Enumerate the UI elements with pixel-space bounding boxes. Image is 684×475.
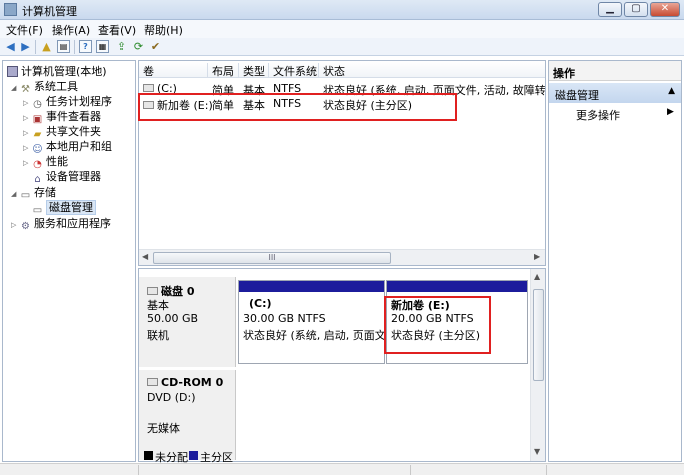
disk0-type: 基本: [147, 299, 169, 312]
legend-unallocated-swatch: [144, 451, 153, 460]
tree-services[interactable]: ▷ ⚙ 服务和应用程序: [11, 217, 111, 232]
actions-section-disk-management[interactable]: 磁盘管理 ▲: [549, 83, 681, 103]
collapse-up-icon[interactable]: ▲: [668, 86, 675, 96]
horizontal-scroll-thumb[interactable]: III: [153, 252, 391, 264]
menu-bar: 文件(F) 操作(A) 查看(V) 帮助(H): [0, 20, 684, 38]
forward-arrow-icon[interactable]: ▶: [19, 40, 32, 53]
computer-icon: [7, 66, 18, 77]
submenu-arrow-icon[interactable]: ▶: [667, 107, 674, 117]
menu-help[interactable]: 帮助(H): [144, 22, 183, 38]
tree-disk-management[interactable]: ▭ 磁盘管理: [32, 200, 96, 216]
vertical-scroll-thumb[interactable]: [533, 289, 544, 381]
cdrom0-drive: DVD (D:): [147, 391, 196, 404]
disk-management-icon: ▭: [32, 205, 43, 216]
cdrom-icon: [147, 378, 158, 386]
tree-device-manager[interactable]: ⌂ 设备管理器: [32, 170, 101, 185]
console-tree: 计算机管理(本地) ◢ ⚒ 系统工具 ▷ ◷ 任务计划程序 ▷ ▣ 事件查看器 ▷ ▰ 共享文件…: [2, 60, 136, 462]
volume-icon: [143, 84, 154, 92]
column-type[interactable]: 类型: [238, 63, 265, 78]
primary-partition-bar: [239, 281, 384, 292]
scroll-right-icon[interactable]: ▶: [534, 252, 540, 261]
title-bar: 计算机管理 ▁ ▢ ✕: [0, 0, 684, 20]
computer-management-icon: [4, 3, 17, 16]
expand-arrow-icon[interactable]: ▷: [23, 126, 32, 140]
window-title: 计算机管理: [22, 5, 77, 18]
storage-icon: ▭: [20, 190, 31, 201]
vertical-scrollbar[interactable]: ▲ ▼: [530, 269, 545, 461]
menu-file[interactable]: 文件(F): [6, 22, 43, 38]
expand-arrow-icon[interactable]: ▷: [11, 218, 20, 232]
tree-system-tools[interactable]: ◢ ⚒ 系统工具: [11, 80, 78, 95]
expand-arrow-icon[interactable]: ▷: [23, 111, 32, 125]
cdrom0-info[interactable]: CD-ROM 0 DVD (D:) 无媒体: [139, 370, 236, 460]
status-bar: [0, 463, 684, 475]
disk0-status: 联机: [147, 329, 169, 342]
tree-local-users[interactable]: ▷ ☺ 本地用户和组: [23, 140, 112, 155]
up-folder-icon[interactable]: ▲: [40, 40, 53, 53]
disk0-size: 50.00 GB: [147, 312, 199, 325]
tree-shared-folders[interactable]: ▷ ▰ 共享文件夹: [23, 125, 101, 140]
tree-event-viewer[interactable]: ▷ ▣ 事件查看器: [23, 110, 101, 125]
column-layout[interactable]: 布局: [207, 63, 234, 78]
scroll-up-icon[interactable]: ▲: [534, 272, 540, 281]
minimize-button[interactable]: ▁: [598, 2, 622, 17]
clock-icon: ◷: [33, 99, 42, 110]
column-volume[interactable]: 卷: [139, 63, 154, 78]
actions-pane: 操作 磁盘管理 ▲ 更多操作 ▶: [548, 60, 682, 462]
expand-arrow-icon[interactable]: ▷: [23, 96, 32, 110]
device-manager-icon: ⌂: [34, 174, 41, 185]
highlight-partition-e: [384, 296, 491, 354]
legend: 未分配 主分区: [138, 449, 546, 464]
console-tree-icon[interactable]: ▤: [57, 40, 70, 53]
column-filesystem[interactable]: 文件系统: [268, 63, 317, 78]
export-icon[interactable]: ⇪: [115, 40, 128, 53]
expand-arrow-icon[interactable]: ▷: [23, 156, 32, 170]
menu-action[interactable]: 操作(A): [52, 22, 90, 38]
scroll-left-icon[interactable]: ◀: [142, 252, 148, 261]
legend-primary-swatch: [189, 451, 198, 460]
actions-header: 操作: [549, 61, 681, 81]
highlight-volume-e: [138, 93, 457, 121]
tree-storage[interactable]: ◢ ▭ 存储: [11, 186, 56, 201]
services-icon: ⚙: [21, 221, 30, 232]
cdrom0-media: 无媒体: [147, 422, 180, 435]
tools-icon: ⚒: [21, 84, 30, 95]
expand-arrow-icon[interactable]: ▷: [23, 141, 32, 155]
performance-icon: ◔: [33, 159, 42, 170]
toolbar: ◀ ▶ ▲ ▤ ? ▦ ⇪ ⟳ ✔: [0, 38, 684, 56]
collapse-arrow-icon[interactable]: ◢: [11, 81, 20, 95]
primary-partition-bar: [387, 281, 527, 292]
maximize-button[interactable]: ▢: [624, 2, 648, 17]
disk-icon: [147, 287, 158, 295]
cdrom0-name: CD-ROM 0: [161, 376, 224, 389]
tree-root[interactable]: 计算机管理(本地): [7, 65, 107, 79]
volume-list: 卷 布局 类型 文件系统 状态 (C:) 简单 基本 NTFS 状态良好 (系统…: [138, 60, 546, 266]
partition-c[interactable]: (C:) 30.00 GB NTFS 状态良好 (系统, 启动, 页面文件: [238, 280, 397, 364]
tree-task-scheduler[interactable]: ▷ ◷ 任务计划程序: [23, 95, 112, 110]
help-icon[interactable]: ?: [79, 40, 92, 53]
check-icon[interactable]: ✔: [149, 40, 162, 53]
menu-view[interactable]: 查看(V): [98, 22, 136, 38]
close-button[interactable]: ✕: [650, 2, 680, 17]
shared-folder-icon: ▰: [33, 129, 42, 140]
tree-performance[interactable]: ▷ ◔ 性能: [23, 155, 68, 170]
column-status[interactable]: 状态: [318, 63, 345, 78]
users-icon: ☺: [32, 144, 43, 155]
back-arrow-icon[interactable]: ◀: [4, 40, 17, 53]
event-viewer-icon: ▣: [32, 114, 43, 125]
horizontal-scrollbar[interactable]: ◀ III ▶: [139, 249, 545, 265]
collapse-arrow-icon[interactable]: ◢: [11, 187, 20, 201]
disk0-info[interactable]: 磁盘 0 基本 50.00 GB 联机: [139, 277, 236, 367]
more-actions-link[interactable]: 更多操作: [576, 107, 620, 123]
refresh-icon[interactable]: ⟳: [132, 40, 145, 53]
properties-icon[interactable]: ▦: [96, 40, 109, 53]
volume-list-header: 卷 布局 类型 文件系统 状态: [139, 61, 545, 78]
